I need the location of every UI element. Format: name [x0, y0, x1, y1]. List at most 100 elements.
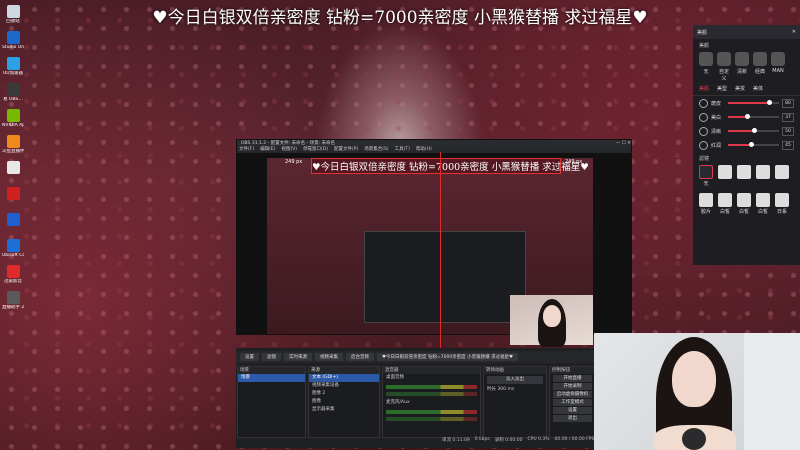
- control-buttons: 开始直播 开始录制 启动虚拟摄像机 工作室模式 设置 退出: [550, 375, 595, 422]
- app-icon: [6, 291, 20, 304]
- volume-slider[interactable]: [386, 417, 477, 421]
- desktop-icon-label: UU加速器: [2, 71, 24, 76]
- source-item[interactable]: 文本 (GDI+): [309, 374, 379, 382]
- slider-track[interactable]: [728, 128, 779, 133]
- desktop-icon-label: Studio One: [2, 45, 24, 50]
- source-item[interactable]: 视频采集设备: [309, 382, 379, 390]
- obs-source-toolbar: 设置 滤镜 实时来源 视频采集 后台音频 ♥今日白银双倍亲密度 钻粉=7000亲密度 小黑…: [236, 351, 600, 363]
- desktop-icon[interactable]: Studio One: [2, 31, 24, 50]
- beauty-preset[interactable]: 自定义: [717, 52, 731, 82]
- filter-option[interactable]: [737, 165, 751, 187]
- volume-slider[interactable]: [386, 392, 477, 396]
- slider-knob[interactable]: [748, 142, 754, 147]
- source-list: 文本 (GDI+) 视频采集设备 图像 2 图像 显示器采集: [309, 374, 379, 414]
- source-item[interactable]: 图像 2: [309, 390, 379, 398]
- beauty-tab[interactable]: 美颜: [699, 85, 709, 92]
- beauty-panel: 美颜 ✕ 美颜 无自定义 清新 经典 MAN 美颜 美型 美妆 美体 磨皮 80 美白 37 清晰 5…: [693, 25, 800, 265]
- preset-thumbnail: [699, 52, 713, 66]
- preset-label: 清新: [736, 69, 747, 75]
- filter-option[interactable]: [775, 165, 789, 187]
- transition-select[interactable]: 淡入淡出: [487, 376, 543, 384]
- toolbar-button[interactable]: ♥今日白银双倍亲密度 钻粉=7000亲密度 小黑猴替播 求过福星♥: [377, 353, 519, 361]
- duration-value: 300 ms: [497, 387, 515, 392]
- beauty-preset[interactable]: 经典: [753, 52, 767, 82]
- control-button[interactable]: 开始录制: [553, 383, 592, 390]
- filter-thumbnail: [718, 165, 732, 179]
- desktop-icon[interactable]: [2, 161, 24, 175]
- filter-option[interactable]: 无: [699, 165, 713, 187]
- slider-track[interactable]: [728, 100, 779, 105]
- filter-option[interactable]: 白皙: [737, 193, 751, 215]
- control-button[interactable]: 工作室模式: [553, 399, 592, 406]
- desktop-icon[interactable]: 易 OBS…: [2, 83, 24, 102]
- desktop-icon[interactable]: 直播助手 2023(…: [2, 291, 24, 310]
- source-item[interactable]: 图像: [309, 398, 379, 406]
- desktop-icon[interactable]: [2, 187, 24, 201]
- mixer-dock: 混音器 桌面音频 麦克风/Aux: [382, 366, 481, 438]
- filter-option[interactable]: 胶片: [699, 193, 713, 215]
- filter-option[interactable]: 白皙: [718, 193, 732, 215]
- filter-thumbnail: [718, 193, 732, 207]
- toolbar-button[interactable]: 滤镜: [262, 353, 281, 361]
- slider-fill: [728, 144, 751, 146]
- preset-thumbnail: [717, 52, 731, 66]
- beauty-preset[interactable]: 无: [699, 52, 713, 82]
- slider-track[interactable]: [728, 114, 779, 119]
- sources-dock: 来源 文本 (GDI+) 视频采集设备 图像 2 图像 显示器采集: [308, 366, 380, 438]
- slider-value-input[interactable]: 45: [782, 140, 794, 150]
- desktop-icon[interactable]: UU加速器: [2, 57, 24, 76]
- app-icon: [6, 239, 20, 252]
- status-item: 录制 0:00:00: [494, 438, 523, 443]
- desktop-icon[interactable]: Ubisoft Connect: [2, 239, 24, 258]
- beauty-preset[interactable]: 清新: [735, 52, 749, 82]
- toolbar-button[interactable]: 设置: [240, 353, 259, 361]
- desktop-icon[interactable]: 迅雷影音: [2, 265, 24, 284]
- toolbar-button[interactable]: 后台音频: [346, 353, 374, 361]
- duration-label: 时长: [487, 387, 496, 392]
- beauty-tab[interactable]: 美妆: [735, 85, 745, 92]
- scene-item[interactable]: 场景: [238, 374, 305, 382]
- filter-option[interactable]: [756, 165, 770, 187]
- slider-fill: [728, 102, 769, 104]
- beauty-preset[interactable]: MAN: [771, 52, 785, 82]
- desktop-icon-label: 迅雷影音: [4, 279, 22, 284]
- desktop-icon[interactable]: 斗鱼直播伴侣: [2, 135, 24, 154]
- slider-value-input[interactable]: 50: [782, 126, 794, 136]
- filter-option[interactable]: 日系: [775, 193, 789, 215]
- control-button[interactable]: 启动虚拟摄像机: [553, 391, 592, 398]
- app-icon: [6, 135, 20, 148]
- slider-value-input[interactable]: 80: [782, 98, 794, 108]
- slider-knob[interactable]: [744, 114, 750, 119]
- beauty-tab[interactable]: 美体: [753, 85, 763, 92]
- close-icon[interactable]: ✕: [792, 29, 796, 35]
- desktop-icon[interactable]: 回收站: [2, 5, 24, 24]
- window-controls[interactable]: — ☐ ✕: [616, 140, 631, 147]
- toolbar-button[interactable]: 实时来源: [284, 353, 312, 361]
- filter-label: 白皙: [757, 209, 768, 215]
- mixer-header: 混音器: [383, 367, 480, 374]
- slider-icon: [699, 140, 708, 150]
- beauty-tabs: 美颜 美型 美妆 美体: [693, 82, 800, 96]
- control-button[interactable]: 退出: [553, 415, 592, 422]
- obs-titlebar: OBS 31.1.2 - 配置文件: 未命名 - 场景: 未命名 — ☐ ✕: [237, 140, 631, 147]
- control-button[interactable]: 设置: [553, 407, 592, 414]
- transition-duration[interactable]: 时长 300 ms: [484, 386, 546, 394]
- filter-section: 滤镜: [699, 156, 710, 162]
- desktop-icon[interactable]: [2, 213, 24, 227]
- slider-track[interactable]: [728, 142, 779, 147]
- beauty-tab[interactable]: 美型: [717, 85, 727, 92]
- slider-value-input[interactable]: 37: [782, 112, 794, 122]
- slider-knob[interactable]: [766, 100, 772, 105]
- source-item[interactable]: 显示器采集: [309, 406, 379, 414]
- beauty-sliders: 磨皮 80 美白 37 清晰 50 红润 45: [693, 96, 800, 152]
- control-button[interactable]: 开始直播: [553, 375, 592, 382]
- desktop-icon[interactable]: NVIDIA App: [2, 109, 24, 128]
- filter-option[interactable]: 白皙: [756, 193, 770, 215]
- toolbar-button[interactable]: 视频采集: [315, 353, 343, 361]
- sources-header: 来源: [309, 367, 379, 374]
- webcam-subject-face: [672, 351, 716, 407]
- filter-option[interactable]: [718, 165, 732, 187]
- slider-knob[interactable]: [751, 128, 757, 133]
- app-icon: [6, 187, 20, 200]
- desktop-icon-label: 易 OBS…: [3, 97, 23, 102]
